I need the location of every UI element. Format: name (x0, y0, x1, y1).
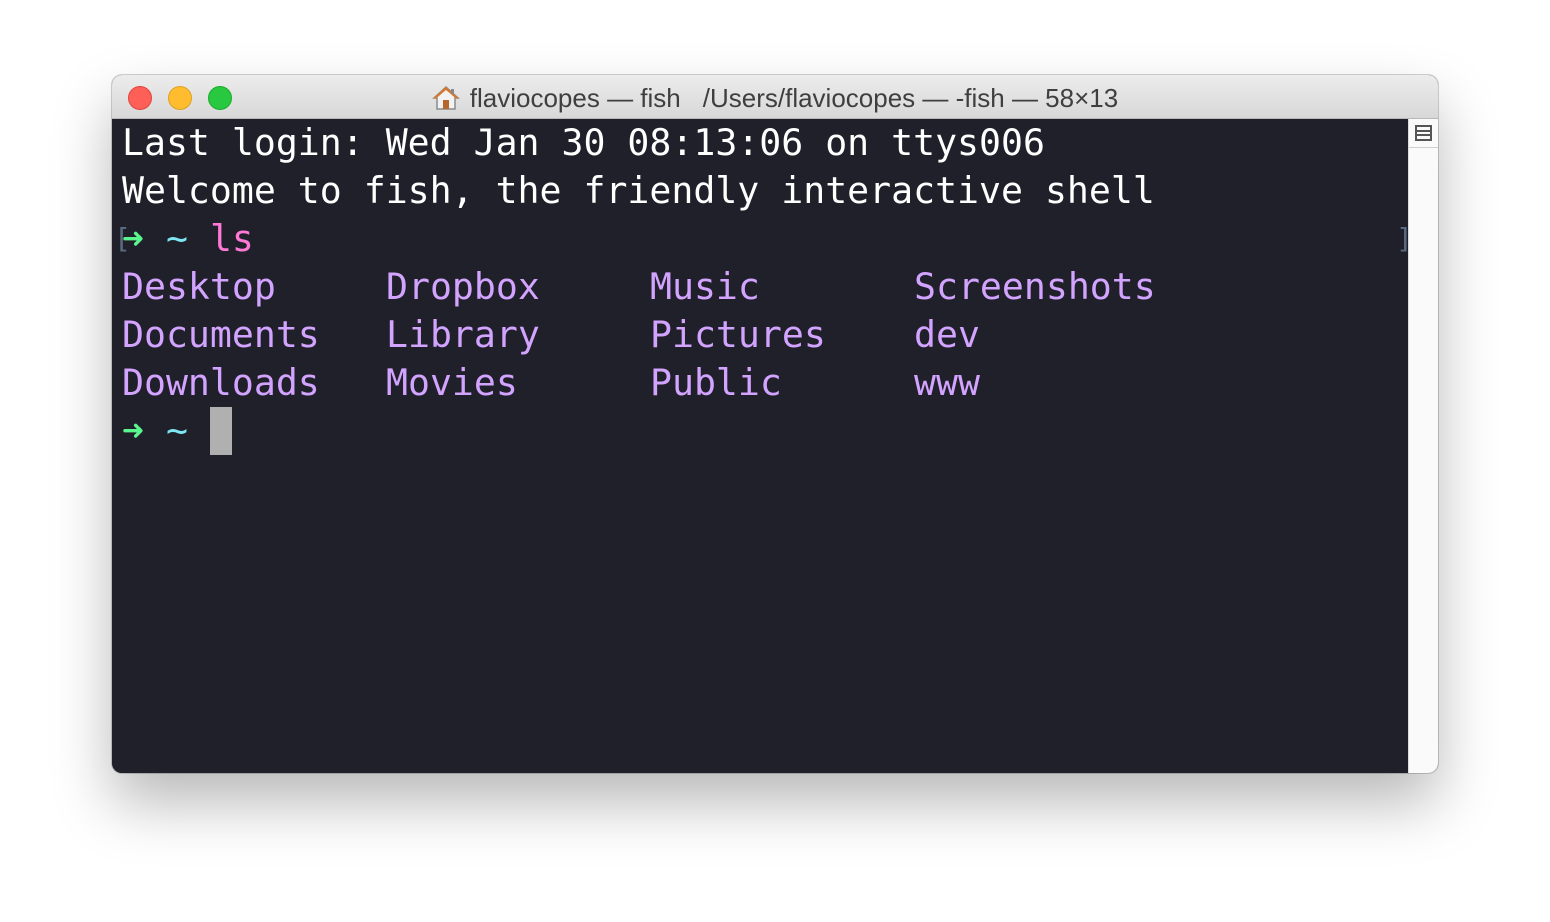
directory-entry: Screenshots (914, 265, 1156, 308)
prompt-directory: ~ (165, 409, 188, 452)
directory-entry: Music (650, 265, 760, 308)
title-session: flaviocopes — fish (469, 83, 681, 113)
title-path: /Users/flaviocopes — -fish — 58×13 (702, 83, 1119, 113)
last-login-line: Last login: Wed Jan 30 08:13:06 on ttys0… (122, 121, 1045, 164)
prompt-line: ➜ ~ ls (122, 215, 254, 263)
text-cursor (209, 407, 232, 455)
title-bar[interactable]: flaviocopes — fish/Users/flaviocopes — -… (112, 75, 1438, 119)
directory-entry: Public (650, 361, 782, 404)
directory-entry: www (914, 361, 980, 404)
welcome-line: Welcome to fish, the friendly interactiv… (122, 169, 1155, 212)
prompt-directory: ~ (165, 217, 188, 260)
directory-entry: Documents (122, 313, 320, 356)
window-title: flaviocopes — fish/Users/flaviocopes — -… (112, 83, 1438, 113)
directory-entry: Pictures (650, 313, 826, 356)
prompt-arrow-icon: ➜ (122, 409, 144, 452)
home-icon (431, 85, 460, 111)
terminal-content[interactable]: Last login: Wed Jan 30 08:13:06 on ttys0… (112, 119, 1413, 773)
terminal-window: flaviocopes — fish/Users/flaviocopes — -… (112, 75, 1438, 773)
split-pane-button[interactable] (1409, 119, 1438, 148)
directory-entry: Dropbox (386, 265, 540, 308)
active-prompt-line[interactable]: ➜ ~ (122, 407, 232, 455)
split-pane-icon (1415, 125, 1432, 141)
directory-entry: Downloads (122, 361, 320, 404)
listing-row: Desktop Dropbox Music Screenshots (122, 263, 1156, 311)
listing-row: Documents Library Pictures dev (122, 311, 980, 359)
directory-entry: dev (914, 313, 980, 356)
prompt-arrow-icon: ➜ (122, 217, 144, 260)
command-text: ls (209, 217, 254, 260)
listing-row: Downloads Movies Public www (122, 359, 980, 407)
directory-entry: Library (386, 313, 540, 356)
directory-entry: Desktop (122, 265, 276, 308)
scrollbar[interactable] (1408, 119, 1438, 773)
directory-entry: Movies (386, 361, 518, 404)
